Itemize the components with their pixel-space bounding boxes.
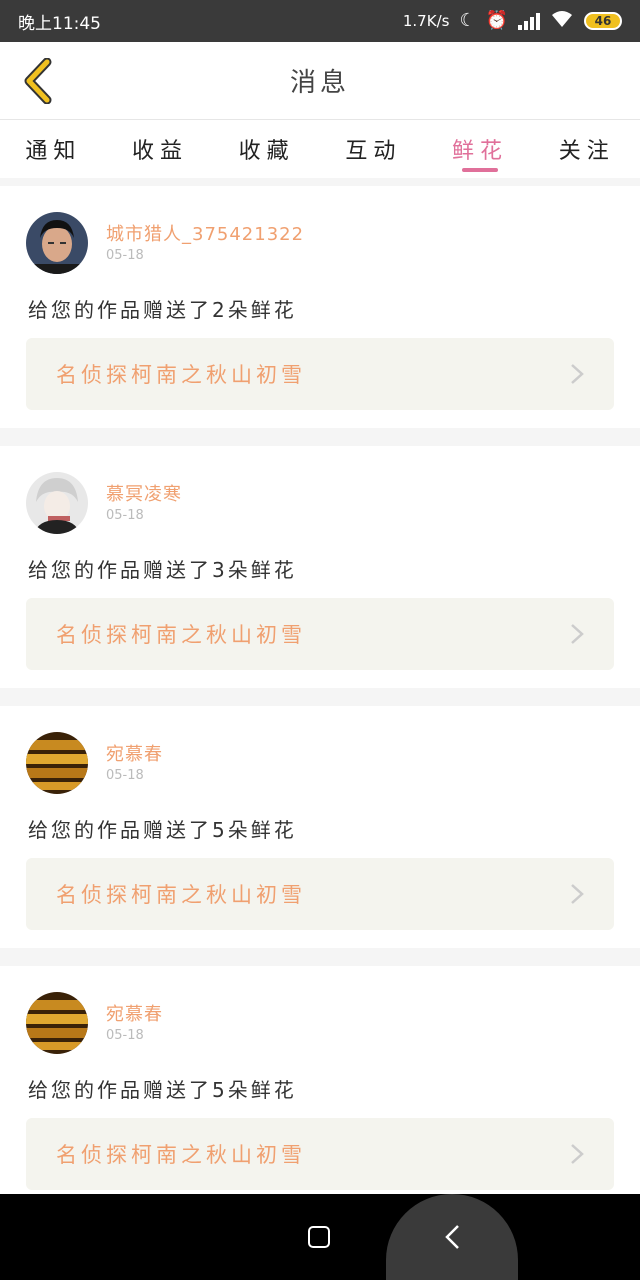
back-button[interactable] — [14, 56, 62, 106]
user-name[interactable]: 宛慕春 — [106, 740, 163, 766]
work-title: 名侦探柯南之秋山初雪 — [56, 1143, 306, 1167]
chevron-left-icon — [24, 58, 52, 104]
work-link[interactable]: 名侦探柯南之秋山初雪 — [26, 858, 614, 930]
tab-earnings[interactable]: 收益 — [107, 120, 214, 178]
status-time: 晚上11:45 — [18, 13, 101, 34]
header: 消息 — [0, 42, 640, 120]
moon-icon: ☾ — [459, 10, 476, 31]
tab-label: 通知 — [25, 139, 82, 164]
tab-label: 互动 — [345, 139, 402, 164]
tab-interactions[interactable]: 互动 — [320, 120, 427, 178]
user-name[interactable]: 城市猎人_375421322 — [106, 220, 304, 246]
status-icons: 1.7K/s ☾ ⏰ 46 — [403, 10, 622, 32]
message-text: 给您的作品赠送了3朵鲜花 — [28, 558, 297, 582]
work-link[interactable]: 名侦探柯南之秋山初雪 — [26, 338, 614, 410]
wifi-icon — [550, 10, 574, 32]
tab-flowers[interactable]: 鲜花 — [427, 120, 534, 178]
post-date: 05-18 — [106, 508, 144, 523]
work-link[interactable]: 名侦探柯南之秋山初雪 — [26, 1118, 614, 1190]
post-date: 05-18 — [106, 768, 144, 783]
status-bar: 晚上11:45 1.7K/s ☾ ⏰ 46 — [0, 0, 640, 42]
message-text: 给您的作品赠送了2朵鲜花 — [28, 298, 297, 322]
alarm-icon: ⏰ — [485, 10, 508, 31]
net-speed: 1.7K/s — [402, 12, 450, 30]
tab-label: 收益 — [132, 139, 189, 164]
active-tab-indicator — [462, 168, 499, 172]
user-name[interactable]: 慕冥凌寒 — [106, 480, 182, 506]
tab-favorites[interactable]: 收藏 — [213, 120, 320, 178]
avatar[interactable] — [26, 732, 88, 794]
back-arrow-icon[interactable] — [386, 1194, 518, 1280]
tab-notifications[interactable]: 通知 — [0, 120, 107, 178]
message-card: 宛慕春 05-18 给您的作品赠送了5朵鲜花 名侦探柯南之秋山初雪 — [0, 706, 640, 948]
home-square-icon[interactable] — [308, 1226, 330, 1248]
user-name[interactable]: 宛慕春 — [106, 1000, 163, 1026]
page-title: 消息 — [289, 68, 350, 98]
chevron-right-icon — [571, 624, 584, 644]
message-list: 城市猎人_375421322 05-18 给您的作品赠送了2朵鲜花 名侦探柯南之… — [0, 186, 640, 1226]
work-title: 名侦探柯南之秋山初雪 — [56, 363, 306, 387]
tab-label: 收藏 — [238, 139, 295, 164]
avatar[interactable] — [26, 992, 88, 1054]
work-title: 名侦探柯南之秋山初雪 — [56, 883, 306, 907]
avatar[interactable] — [26, 472, 88, 534]
message-text: 给您的作品赠送了5朵鲜花 — [28, 1078, 297, 1102]
tab-following[interactable]: 关注 — [533, 120, 640, 178]
signal-icon — [518, 12, 540, 30]
tab-label: 关注 — [558, 139, 615, 164]
message-card: 慕冥凌寒 05-18 给您的作品赠送了3朵鲜花 名侦探柯南之秋山初雪 — [0, 446, 640, 688]
tab-label: 鲜花 — [452, 139, 509, 164]
avatar[interactable] — [26, 212, 88, 274]
work-link[interactable]: 名侦探柯南之秋山初雪 — [26, 598, 614, 670]
message-text: 给您的作品赠送了5朵鲜花 — [28, 818, 297, 842]
tab-bar: 通知 收益 收藏 互动 鲜花 关注 — [0, 120, 640, 178]
message-card: 宛慕春 05-18 给您的作品赠送了5朵鲜花 名侦探柯南之秋山初雪 — [0, 966, 640, 1208]
post-date: 05-18 — [106, 1028, 144, 1043]
system-nav-bar — [0, 1194, 640, 1280]
post-date: 05-18 — [106, 248, 144, 263]
message-card: 城市猎人_375421322 05-18 给您的作品赠送了2朵鲜花 名侦探柯南之… — [0, 186, 640, 428]
chevron-right-icon — [571, 364, 584, 384]
battery-icon: 46 — [584, 12, 622, 30]
work-title: 名侦探柯南之秋山初雪 — [56, 623, 306, 647]
chevron-right-icon — [571, 1144, 584, 1164]
chevron-right-icon — [571, 884, 584, 904]
